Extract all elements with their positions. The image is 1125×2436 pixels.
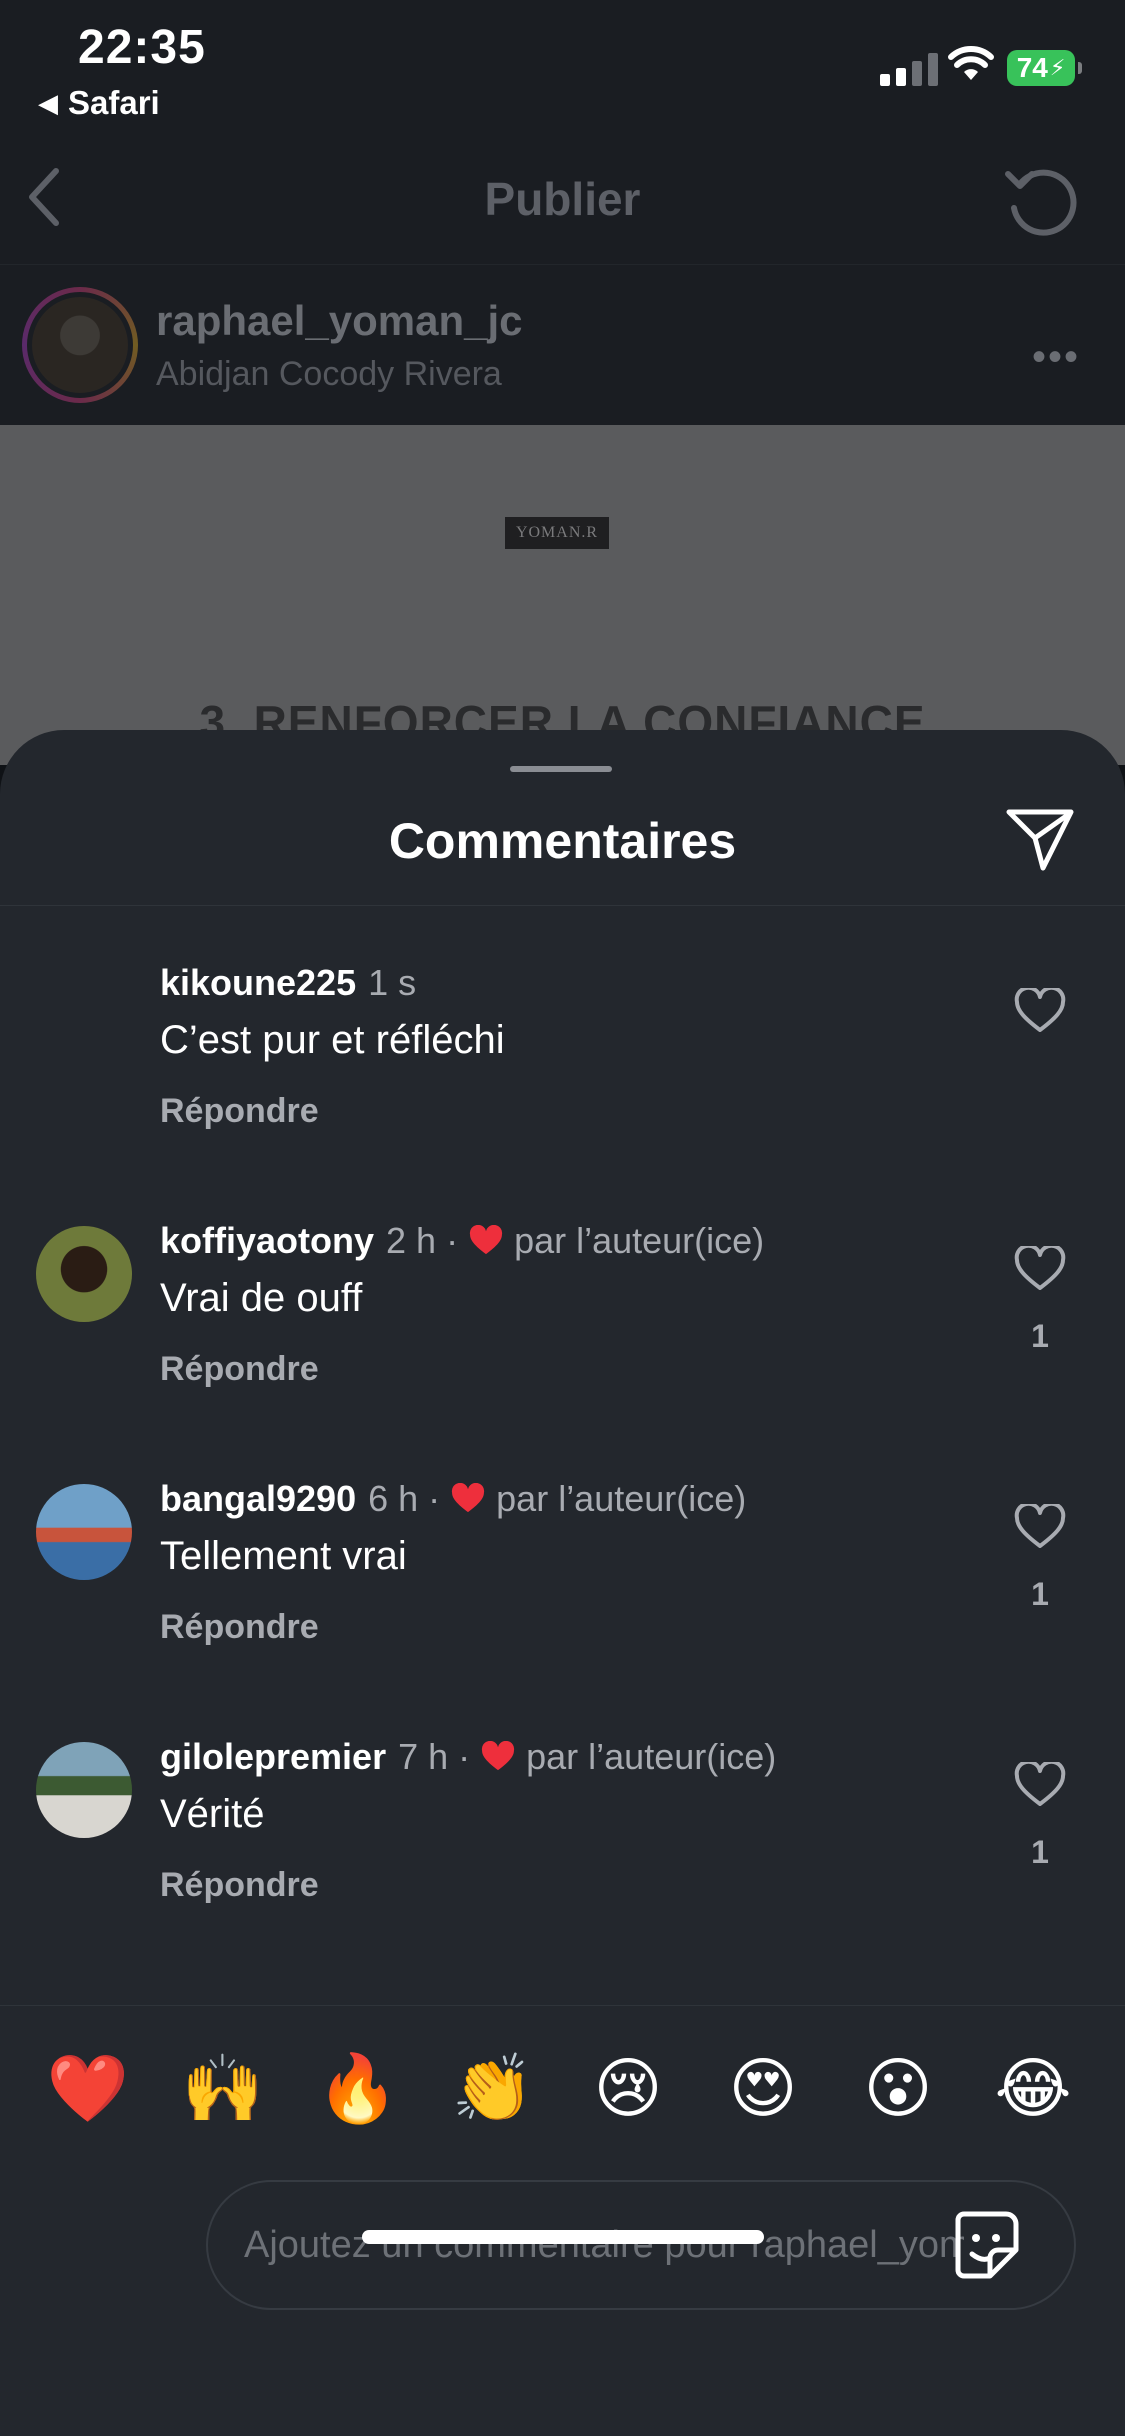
battery-level: 74 bbox=[1016, 52, 1048, 83]
comment-header: gilolepremier 7 h · par l’auteur(ice) bbox=[160, 1736, 776, 1778]
commenter-avatar[interactable] bbox=[36, 1742, 132, 1838]
like-heart-icon[interactable] bbox=[1014, 988, 1066, 1034]
commenter-avatar[interactable] bbox=[36, 1484, 132, 1580]
emoji-crying[interactable]: 😢 bbox=[583, 2043, 673, 2133]
like-count[interactable]: 1 bbox=[1000, 1318, 1080, 1355]
back-triangle-icon: ◀ bbox=[38, 87, 58, 118]
comment-time: 1 s bbox=[368, 962, 417, 1003]
liked-by-author-label: par l’auteur(ice) bbox=[496, 1478, 747, 1519]
commenter-avatar[interactable] bbox=[36, 968, 132, 1064]
back-app-label: Safari bbox=[68, 84, 160, 121]
like-count[interactable]: 1 bbox=[1000, 1576, 1080, 1613]
author-liked-heart-icon bbox=[468, 1225, 504, 1257]
liked-by-author-label: par l’auteur(ice) bbox=[526, 1736, 777, 1777]
post-author-row: raphael_yoman_jc Abidjan Cocody Rivera •… bbox=[0, 265, 1125, 425]
post-image: YOMAN.R 3. RENFORCER LA CONFIANCE bbox=[0, 425, 1125, 765]
comment-item: bangal9290 6 h · par l’auteur(ice) Telle… bbox=[0, 1464, 1125, 1704]
comment-time: 7 h bbox=[398, 1736, 449, 1777]
refresh-icon[interactable] bbox=[1000, 160, 1084, 244]
separator-dot: · bbox=[446, 1220, 459, 1261]
emoji-surprised[interactable]: 😮 bbox=[853, 2043, 943, 2133]
comment-time: 2 h bbox=[386, 1220, 437, 1261]
like-heart-icon[interactable] bbox=[1014, 1246, 1066, 1292]
post-logo: YOMAN.R bbox=[505, 517, 609, 549]
cellular-signal-icon bbox=[880, 52, 938, 86]
comment-header: bangal9290 6 h · par l’auteur(ice) bbox=[160, 1478, 746, 1520]
back-to-safari-link[interactable]: ◀ Safari bbox=[38, 84, 160, 122]
comment-username[interactable]: kikoune225 bbox=[160, 962, 356, 1004]
comment-composer bbox=[206, 2180, 1076, 2310]
comment-header: koffiyaotony 2 h · par l’auteur(ice) bbox=[160, 1220, 764, 1262]
status-time: 22:35 bbox=[78, 21, 206, 74]
like-count[interactable]: 1 bbox=[1000, 1834, 1080, 1871]
author-liked-heart-icon bbox=[450, 1483, 486, 1515]
wifi-icon bbox=[948, 46, 994, 80]
comment-item: gilolepremier 7 h · par l’auteur(ice) Vé… bbox=[0, 1722, 1125, 1962]
emoji-raised-hands[interactable]: 🙌 bbox=[178, 2043, 268, 2133]
comment-text: Vérité bbox=[160, 1792, 265, 1836]
author-location[interactable]: Abidjan Cocody Rivera bbox=[156, 355, 502, 394]
sheet-divider bbox=[0, 905, 1125, 906]
emoji-reaction-bar: ❤️ 🙌 🔥 👏 😢 😍 😮 😂 bbox=[0, 2043, 1125, 2133]
like-heart-icon[interactable] bbox=[1014, 1762, 1066, 1808]
battery-icon: 74 ⚡ bbox=[1007, 50, 1082, 86]
comment-username[interactable]: gilolepremier bbox=[160, 1736, 386, 1778]
comment-time: 6 h bbox=[368, 1478, 419, 1519]
home-indicator[interactable] bbox=[362, 2230, 764, 2244]
my-avatar bbox=[48, 2180, 180, 2312]
separator-dot: · bbox=[428, 1478, 441, 1519]
emoji-clapping[interactable]: 👏 bbox=[448, 2043, 538, 2133]
sheet-grabber[interactable] bbox=[510, 766, 612, 772]
author-username[interactable]: raphael_yoman_jc bbox=[156, 297, 523, 345]
commenter-avatar[interactable] bbox=[36, 1226, 132, 1322]
more-options-icon[interactable]: ••• bbox=[1032, 335, 1080, 380]
emoji-heart-eyes[interactable]: 😍 bbox=[718, 2043, 808, 2133]
post-header: Publier bbox=[0, 130, 1125, 265]
sticker-icon[interactable] bbox=[948, 2208, 1022, 2282]
emoji-heart[interactable]: ❤️ bbox=[43, 2043, 133, 2133]
comment-item: koffiyaotony 2 h · par l’auteur(ice) Vra… bbox=[0, 1206, 1125, 1446]
separator-dot: · bbox=[458, 1736, 471, 1777]
comment-item: kikoune225 1 s C’est pur et réfléchi Rép… bbox=[0, 948, 1125, 1188]
comment-input[interactable] bbox=[244, 2182, 964, 2308]
like-heart-icon[interactable] bbox=[1014, 1504, 1066, 1550]
comment-text: Tellement vrai bbox=[160, 1534, 407, 1578]
reply-button[interactable]: Répondre bbox=[160, 1866, 319, 1905]
post-header-title: Publier bbox=[484, 173, 641, 225]
emoji-fire[interactable]: 🔥 bbox=[313, 2043, 403, 2133]
comment-header: kikoune225 1 s bbox=[160, 962, 416, 1004]
author-avatar[interactable] bbox=[22, 287, 138, 403]
liked-by-author-label: par l’auteur(ice) bbox=[514, 1220, 765, 1261]
emoji-bar-divider bbox=[0, 2005, 1125, 2006]
emoji-laughing[interactable]: 😂 bbox=[988, 2043, 1078, 2133]
reply-button[interactable]: Répondre bbox=[160, 1608, 319, 1647]
send-icon[interactable] bbox=[1005, 806, 1075, 872]
comments-sheet: Commentaires kikoune225 1 s C’est pur et… bbox=[0, 730, 1125, 2436]
author-liked-heart-icon bbox=[480, 1741, 516, 1773]
reply-button[interactable]: Répondre bbox=[160, 1092, 319, 1131]
comment-username[interactable]: bangal9290 bbox=[160, 1478, 356, 1520]
sheet-title: Commentaires bbox=[388, 813, 737, 869]
comment-text: Vrai de ouff bbox=[160, 1276, 363, 1320]
status-bar: 22:35 ◀ Safari 74 ⚡ bbox=[0, 0, 1125, 130]
comment-text: C’est pur et réfléchi bbox=[160, 1018, 505, 1062]
reply-button[interactable]: Répondre bbox=[160, 1350, 319, 1389]
comment-username[interactable]: koffiyaotony bbox=[160, 1220, 374, 1262]
